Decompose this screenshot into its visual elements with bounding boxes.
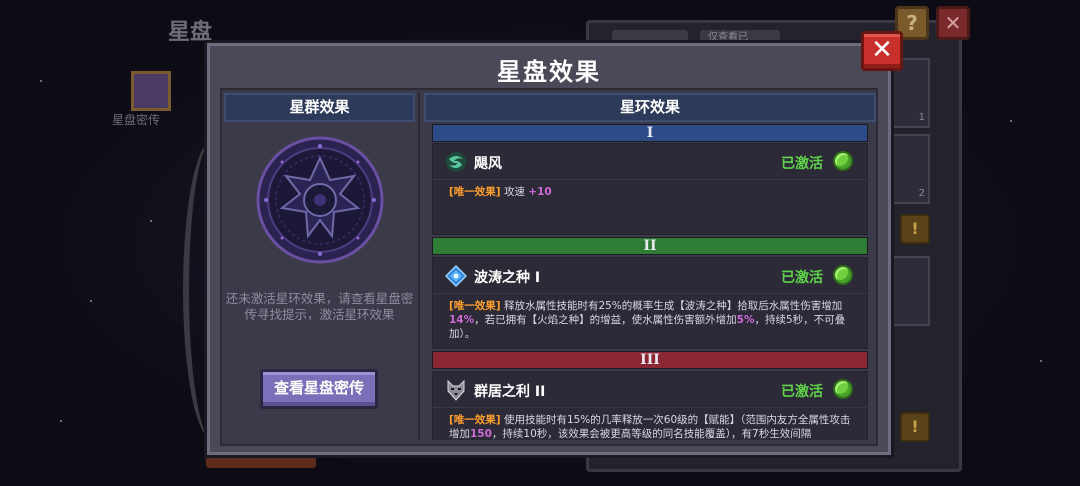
tier-banner-3: III [432,351,868,369]
background-close-button[interactable]: ✕ [936,6,970,40]
background-card[interactable] [892,256,930,326]
warning-icon[interactable]: ! [900,412,930,442]
star-disk-icon [256,136,384,264]
effect-status: 已激活 [781,384,823,400]
view-star-lore-button[interactable]: 查看星盘密传 [260,369,378,409]
star [150,220,152,222]
ring-effect-card: 群居之利 II 已激活 [唯一效果] 使用技能时有15%的几率释放一次60级的【… [432,371,868,440]
card-count: 1 [918,112,925,123]
star [40,80,42,82]
star [90,300,92,302]
cluster-hint-text: 还未激活星环效果，请查看星盘密传寻找提示，激活星环效果 [225,291,414,322]
water-crystal-icon [445,265,467,287]
status-indicator-icon [833,151,853,171]
card-count: 2 [918,188,925,199]
status-indicator-icon [833,265,853,285]
effect-name: 波涛之种 I [474,270,541,286]
effect-status: 已激活 [781,270,823,286]
effect-description: [唯一效果] 使用技能时有15%的几率释放一次60级的【赋能】（范围内友方全属性… [449,414,851,440]
ring-effect-card: 飓风 已激活 [唯一效果] 攻速 +10 [432,143,868,235]
effect-name: 群居之利 II [474,384,546,400]
ring-effect-header: 星环效果 [424,93,876,122]
status-indicator-icon [833,379,853,399]
column-divider [418,93,420,440]
star [60,420,62,422]
effect-name: 飓风 [474,156,502,172]
modal-title: 星盘效果 [497,58,601,86]
ring-effect-column: 星环效果 I 飓风 已激活 [唯一效果] 攻速 +10 II 波涛之种 I 已激… [424,93,876,440]
effect-description: [唯一效果] 释放水属性技能时有25%的概率生成【波涛之种】拾取后水属性伤害增加… [449,300,846,340]
modal-close-button[interactable]: ✕ [861,31,903,71]
cluster-effect-column: 星群效果 还未激活星环效果，请查看星盘密传寻找提示，激活星环效果 查看星盘密传 [224,93,415,440]
tier-banner-2: II [432,237,868,255]
background-book-label: 星盘密传 [112,113,161,127]
tier-banner-1: I [432,124,868,142]
cluster-effect-header: 星群效果 [224,93,415,122]
effect-status: 已激活 [781,156,823,172]
background-card[interactable]: 2 [892,134,930,204]
wolf-icon [447,379,465,401]
star [1040,360,1042,362]
ring-effect-card: 波涛之种 I 已激活 [唯一效果] 释放水属性技能时有25%的概率生成【波涛之种… [432,257,868,349]
cyclone-icon [446,152,466,172]
star-book-icon[interactable] [131,71,171,111]
effect-description: [唯一效果] 攻速 +10 [449,186,552,198]
warning-icon[interactable]: ! [900,214,930,244]
background-page-title: 星盘 [168,20,213,45]
star [1010,120,1012,122]
